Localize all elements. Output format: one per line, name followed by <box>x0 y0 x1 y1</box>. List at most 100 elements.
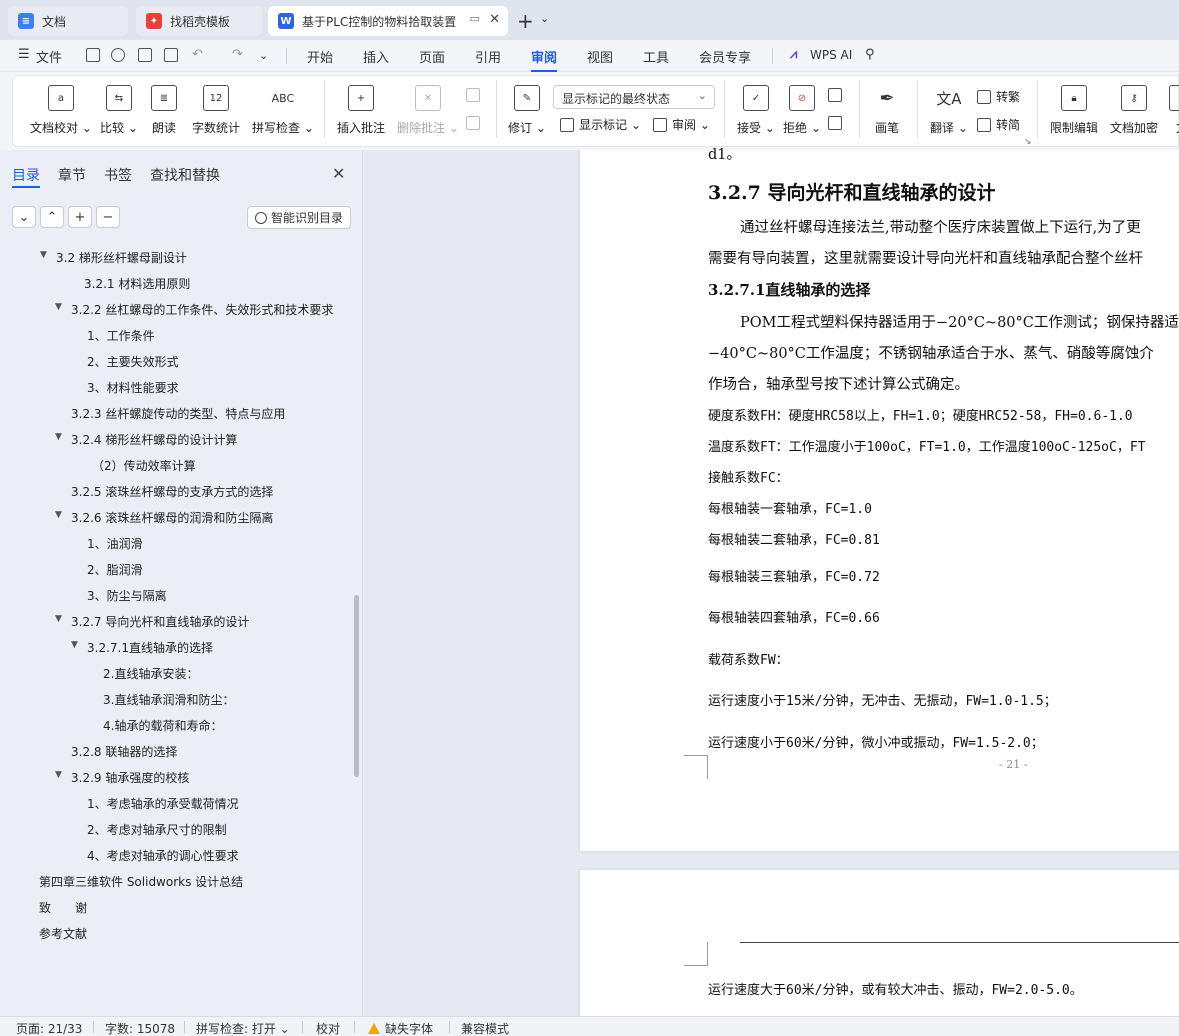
new-tab-icon[interactable]: + <box>517 9 534 33</box>
more-ribbon-button[interactable]: 文 <box>1169 85 1179 136</box>
accept-button[interactable]: ✓ 接受 ⌄ <box>737 85 775 136</box>
doc-check-button[interactable]: a 文档校对 ⌄ <box>30 85 92 136</box>
undo-icon[interactable]: ↶ <box>192 47 203 62</box>
menu-page[interactable]: 页面 <box>419 47 445 66</box>
tab-docs[interactable]: ≡ 文档 <box>8 6 128 36</box>
delete-comment-button[interactable]: ✕ 删除批注 ⌄ <box>397 85 459 136</box>
compare-button[interactable]: ⇆ 比较 ⌄ <box>100 85 138 136</box>
nav-tab-toc[interactable]: 目录 <box>12 165 40 185</box>
review-pane-button[interactable]: 审阅 ⌄ <box>653 116 710 133</box>
menu-member[interactable]: 会员专享 <box>699 47 751 66</box>
restrict-edit-button[interactable]: 🔒︎ 限制编辑 <box>1050 85 1098 136</box>
toc-item[interactable]: 4、考虑对轴承的调心性要求 <box>87 847 239 864</box>
toc-item[interactable]: 3.直线轴承润滑和防尘： <box>103 691 234 708</box>
proof-button[interactable]: 校对 <box>316 1020 340 1036</box>
expand-arrow-icon[interactable]: ▼ <box>55 770 62 780</box>
remove-heading-icon[interactable]: − <box>96 206 120 228</box>
markup-display-select[interactable]: 显示标记的最终状态 ⌄ <box>553 85 715 109</box>
expand-arrow-icon[interactable]: ▼ <box>55 614 62 624</box>
monitor-icon[interactable]: ▭ <box>470 12 480 25</box>
close-tab-icon[interactable]: ✕ <box>489 12 500 27</box>
menu-references[interactable]: 引用 <box>475 47 501 66</box>
toc-item[interactable]: 3.2.3 丝杆螺旋传动的类型、特点与应用 <box>71 405 285 422</box>
menu-review[interactable]: 审阅 <box>531 47 557 66</box>
toc-item[interactable]: 2、主要失效形式 <box>87 353 179 370</box>
expand-arrow-icon[interactable]: ▼ <box>55 432 62 442</box>
toc-item[interactable]: 3.2.1 材料选用原则 <box>84 275 190 292</box>
to-simplified-button[interactable]: 转简 <box>977 116 1020 133</box>
ribbon-expand-icon[interactable]: ↘ <box>1024 137 1032 147</box>
expand-arrow-icon[interactable]: ▼ <box>40 250 47 260</box>
translate-button[interactable]: 文A 翻译 ⌄ <box>930 85 968 136</box>
wps-ai-button[interactable]: WPS AI <box>810 48 852 62</box>
toc-item[interactable]: 3、防尘与隔离 <box>87 587 167 604</box>
nav-tab-find-replace[interactable]: 查找和替换 <box>150 165 220 185</box>
pen-button[interactable]: ✒ 画笔 <box>874 85 900 136</box>
toc-item[interactable]: 3.2.8 联轴器的选择 <box>71 743 177 760</box>
toc-item[interactable]: 2.直线轴承安装： <box>103 665 198 682</box>
toc-item[interactable]: ▼ 3.2.9 轴承强度的校核 <box>55 769 189 786</box>
nav-tab-chapters[interactable]: 章节 <box>58 165 86 185</box>
print-icon[interactable] <box>138 48 152 62</box>
toc-item[interactable]: 第四章三维软件 Solidworks 设计总结 <box>39 873 243 890</box>
missing-font-button[interactable]: 缺失字体 <box>368 1020 433 1036</box>
read-aloud-button[interactable]: ≣ 朗读 <box>151 85 177 136</box>
link-icon[interactable] <box>111 48 125 62</box>
expand-arrow-icon[interactable]: ▼ <box>55 302 62 312</box>
save-icon[interactable] <box>86 48 100 62</box>
word-count-indicator[interactable]: 字数: 15078 <box>105 1020 175 1036</box>
toc-item[interactable]: （2）传动效率计算 <box>92 457 196 474</box>
page-indicator[interactable]: 页面: 21/33 <box>16 1020 82 1036</box>
file-menu[interactable]: 文件 <box>36 47 62 66</box>
toc-item[interactable]: 参考文献 <box>39 925 87 942</box>
toc-item[interactable]: 3.2.5 滚珠丝杆螺母的支承方式的选择 <box>71 483 273 500</box>
quick-access-more-icon[interactable]: ⌄ <box>259 49 268 62</box>
collapse-up-icon[interactable]: ⌃ <box>40 206 64 228</box>
toc-item[interactable]: 2、脂润滑 <box>87 561 143 578</box>
toc-item[interactable]: 致 谢 <box>39 899 87 916</box>
collapse-down-icon[interactable]: ⌄ <box>12 206 36 228</box>
reject-button[interactable]: ⊘ 拒绝 ⌄ <box>783 85 821 136</box>
revise-button[interactable]: ✎ 修订 ⌄ <box>508 85 546 136</box>
toc-item[interactable]: 1、油润滑 <box>87 535 143 552</box>
close-pane-icon[interactable]: ✕ <box>332 164 345 183</box>
spell-check-toggle[interactable]: 拼写检查: 打开 ⌄ <box>196 1020 290 1036</box>
spell-check-button[interactable]: ABC 拼写检查 ⌄ <box>252 85 314 136</box>
chevron-down-icon[interactable]: ⌄ <box>540 12 549 25</box>
previous-comment-icon[interactable] <box>466 88 485 102</box>
expand-arrow-icon[interactable]: ▼ <box>71 640 78 650</box>
tab-templates[interactable]: ✦ 找稻壳模板 <box>136 6 262 36</box>
nav-tab-bookmarks[interactable]: 书签 <box>104 165 132 185</box>
tab-document[interactable]: W 基于PLC控制的物料拾取装置 ▭ ✕ <box>268 6 508 36</box>
toc-item[interactable]: ▼ 3.2.6 滚珠丝杆螺母的润滑和防尘隔离 <box>55 509 273 526</box>
next-comment-icon[interactable] <box>466 116 485 130</box>
previous-change-icon[interactable] <box>828 88 847 102</box>
toc-item[interactable]: ▼ 3.2.2 丝杠螺母的工作条件、失效形式和技术要求 <box>55 301 333 318</box>
menu-view[interactable]: 视图 <box>587 47 613 66</box>
toc-item[interactable]: ▼ 3.2.7.1直线轴承的选择 <box>71 639 213 656</box>
hamburger-icon[interactable]: ☰ <box>18 47 30 62</box>
expand-arrow-icon[interactable]: ▼ <box>55 510 62 520</box>
search-icon[interactable]: ⚲ <box>865 47 875 62</box>
encrypt-button[interactable]: ⚷ 文档加密 <box>1110 85 1158 136</box>
redo-icon[interactable]: ↷ <box>232 47 243 62</box>
next-change-icon[interactable] <box>828 116 847 130</box>
menu-tools[interactable]: 工具 <box>643 47 669 66</box>
show-markup-button[interactable]: 显示标记 ⌄ <box>560 116 641 133</box>
to-traditional-button[interactable]: 转繁 <box>977 88 1020 105</box>
toc-item[interactable]: 4.轴承的载荷和寿命： <box>103 717 222 734</box>
insert-comment-button[interactable]: + 插入批注 <box>337 85 385 136</box>
word-count-button[interactable]: 12 字数统计 <box>192 85 240 136</box>
toc-item[interactable]: 1、工作条件 <box>87 327 155 344</box>
toc-item[interactable]: ▼ 3.2 梯形丝杆螺母副设计 <box>40 249 187 266</box>
menu-insert[interactable]: 插入 <box>363 47 389 66</box>
toc-item[interactable]: ▼ 3.2.7 导向光杆和直线轴承的设计 <box>55 613 249 630</box>
print-preview-icon[interactable] <box>164 48 178 62</box>
toc-item[interactable]: 1、考虑轴承的承受载荷情况 <box>87 795 239 812</box>
toc-item[interactable]: ▼ 3.2.4 梯形丝杆螺母的设计计算 <box>55 431 237 448</box>
add-heading-icon[interactable]: + <box>68 206 92 228</box>
smart-toc-button[interactable]: 智能识别目录 <box>247 206 351 229</box>
nav-scrollbar[interactable] <box>354 595 359 777</box>
toc-item[interactable]: 2、考虑对轴承尺寸的限制 <box>87 821 227 838</box>
toc-item[interactable]: 3、材料性能要求 <box>87 379 179 396</box>
